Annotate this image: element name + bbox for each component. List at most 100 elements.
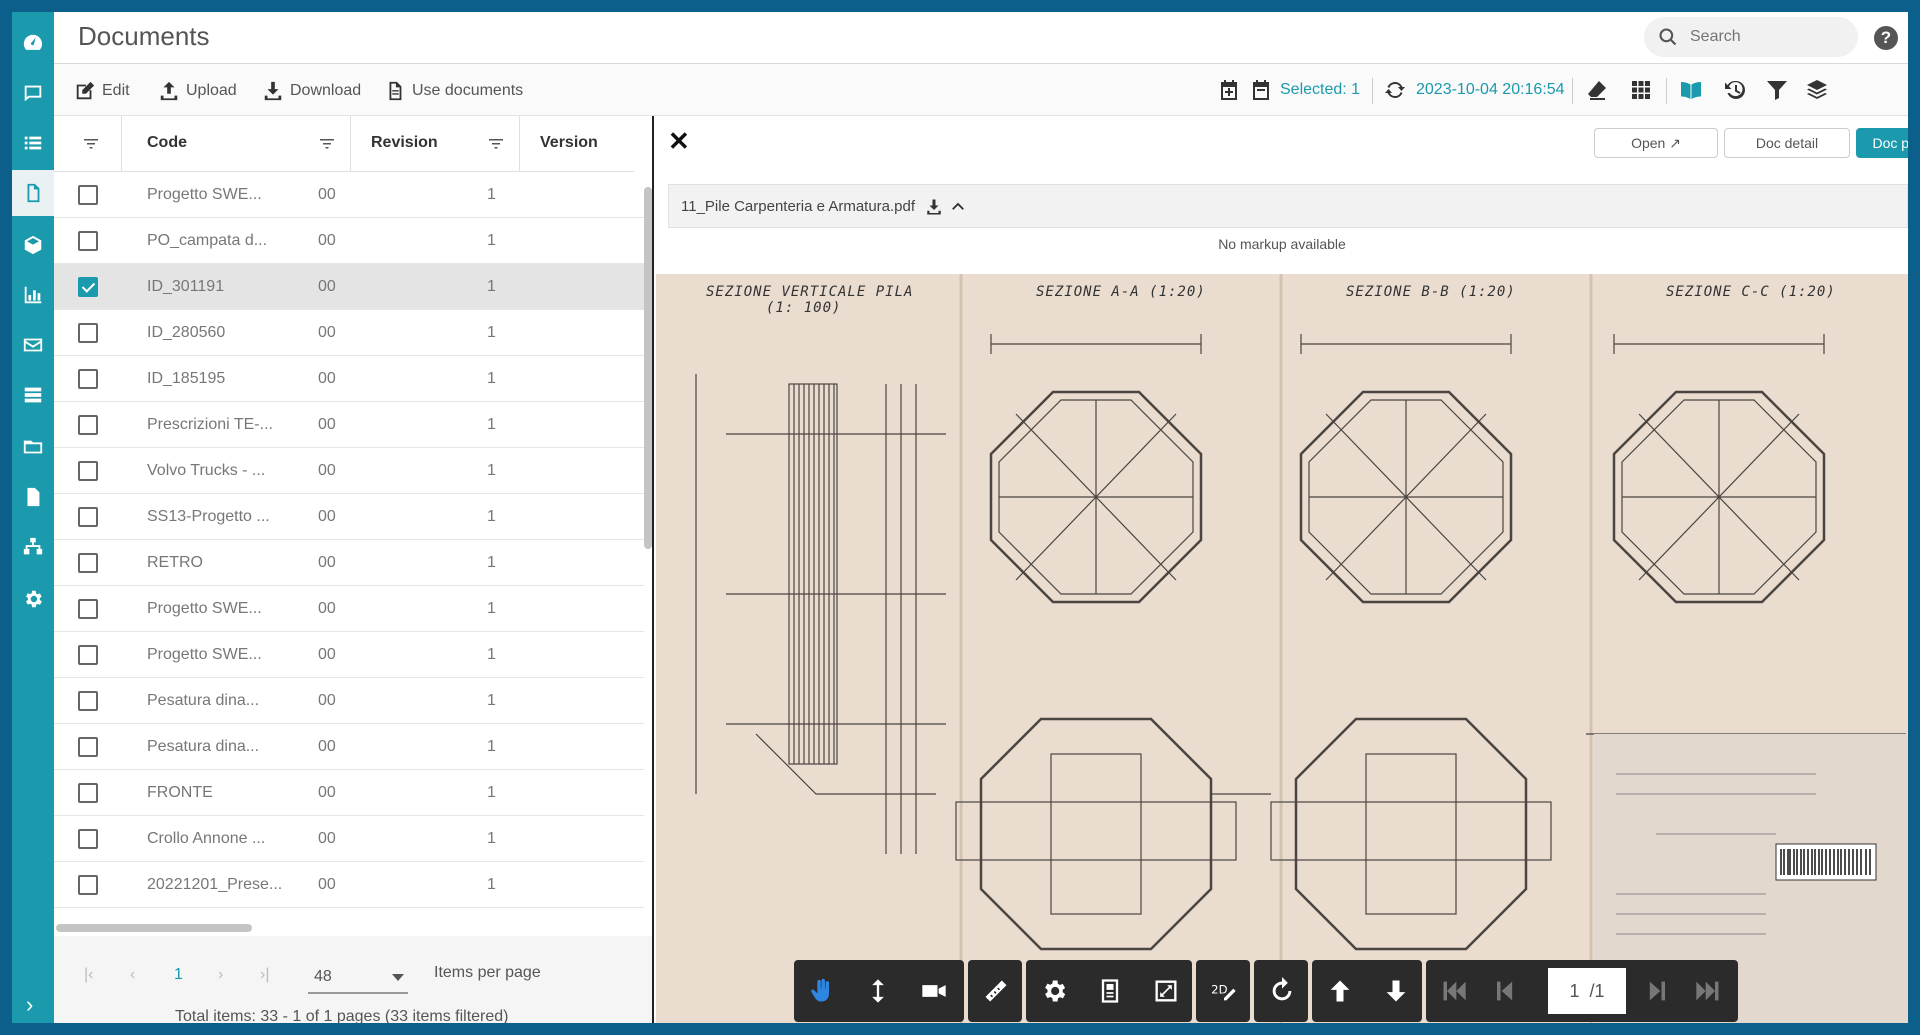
table-row[interactable]: PO_campata d... 00 1 bbox=[54, 218, 644, 264]
doc-detail-button[interactable]: Doc detail bbox=[1724, 128, 1850, 158]
table-row[interactable]: Pesatura dina... 00 1 bbox=[54, 724, 644, 770]
first-page-icon[interactable] bbox=[1426, 960, 1482, 1022]
row-checkbox[interactable] bbox=[78, 783, 98, 803]
2d-markup-icon[interactable]: 2D bbox=[1196, 960, 1252, 1022]
row-checkbox[interactable] bbox=[78, 599, 98, 619]
fullscreen-icon[interactable] bbox=[1138, 960, 1194, 1022]
last-page-icon[interactable] bbox=[1680, 960, 1736, 1022]
doc-preview-button[interactable]: Doc preview bbox=[1856, 128, 1908, 158]
close-icon[interactable]: ✕ bbox=[668, 126, 690, 157]
divider bbox=[1666, 78, 1667, 104]
help-icon[interactable]: ? bbox=[1874, 26, 1898, 50]
stack-icon[interactable] bbox=[12, 372, 54, 418]
rotate-icon[interactable] bbox=[1254, 960, 1310, 1022]
table-row[interactable]: Progetto SWE... 00 1 bbox=[54, 586, 644, 632]
code-column-header[interactable]: Code bbox=[122, 116, 351, 172]
vertical-scrollbar[interactable] bbox=[644, 187, 652, 549]
properties-icon[interactable] bbox=[1082, 960, 1138, 1022]
upload-button[interactable]: Upload bbox=[158, 79, 237, 103]
row-checkbox[interactable] bbox=[78, 369, 98, 389]
download-button[interactable]: Download bbox=[262, 79, 361, 103]
revision-column-header[interactable]: Revision bbox=[351, 116, 520, 172]
next-page-button[interactable]: › bbox=[218, 966, 223, 984]
filter-icon[interactable] bbox=[489, 138, 503, 150]
table-row[interactable]: RETRO 00 1 bbox=[54, 540, 644, 586]
row-checkbox[interactable] bbox=[78, 185, 98, 205]
sidebar-expand-button[interactable]: › bbox=[26, 992, 33, 1018]
table-row[interactable]: ID_280560 00 1 bbox=[54, 310, 644, 356]
table-row[interactable]: Prescrizioni TE-... 00 1 bbox=[54, 402, 644, 448]
row-checkbox[interactable] bbox=[78, 323, 98, 343]
row-checkbox[interactable] bbox=[78, 553, 98, 573]
calendar-icon[interactable] bbox=[1248, 77, 1274, 103]
table-row[interactable]: Progetto SWE... 00 1 bbox=[54, 172, 644, 218]
table-row[interactable]: Progetto SWE... 00 1 bbox=[54, 632, 644, 678]
current-page[interactable]: 1 bbox=[174, 966, 183, 984]
table-row[interactable]: Pesatura dina... 00 1 bbox=[54, 678, 644, 724]
folder-icon[interactable] bbox=[12, 424, 54, 470]
layers-icon[interactable] bbox=[1804, 77, 1830, 103]
document-preview-image[interactable]: SEZIONE VERTICALE PILA (1: 100) SEZIONE … bbox=[656, 274, 1908, 1023]
book-icon[interactable] bbox=[1678, 77, 1704, 103]
use-documents-button[interactable]: Use documents bbox=[384, 79, 523, 103]
row-checkbox[interactable] bbox=[78, 507, 98, 527]
download-icon[interactable] bbox=[925, 198, 943, 216]
grid-icon[interactable] bbox=[1628, 77, 1654, 103]
calendar-add-icon[interactable] bbox=[1216, 77, 1242, 103]
table-row[interactable]: 20221201_Prese... 00 1 bbox=[54, 862, 644, 908]
refresh-icon[interactable] bbox=[1382, 77, 1408, 103]
file-icon[interactable] bbox=[12, 474, 54, 520]
dashboard-icon[interactable] bbox=[12, 20, 54, 66]
ruler-icon[interactable] bbox=[968, 960, 1024, 1022]
filter-icon[interactable] bbox=[1764, 77, 1790, 103]
arrow-down-icon[interactable] bbox=[1368, 960, 1424, 1022]
last-page-button[interactable]: ›| bbox=[260, 966, 269, 984]
list-icon[interactable] bbox=[12, 120, 54, 166]
row-checkbox[interactable] bbox=[78, 277, 98, 297]
next-page-icon[interactable] bbox=[1630, 960, 1686, 1022]
table-row[interactable]: SS13-Progetto ... 00 1 bbox=[54, 494, 644, 540]
gear-icon[interactable] bbox=[12, 576, 54, 622]
open-button[interactable]: Open ↗ bbox=[1594, 128, 1718, 158]
edit-button[interactable]: Edit bbox=[74, 79, 130, 103]
chat-icon[interactable] bbox=[12, 70, 54, 116]
pan-hand-icon[interactable] bbox=[794, 960, 850, 1022]
filter-icon[interactable] bbox=[84, 138, 98, 150]
code-cell: Pesatura dina... bbox=[147, 692, 260, 709]
filter-icon[interactable] bbox=[320, 138, 334, 150]
gear-icon[interactable] bbox=[1026, 960, 1082, 1022]
prev-page-button[interactable]: ‹ bbox=[130, 966, 135, 984]
table-row[interactable]: Crollo Annone ... 00 1 bbox=[54, 816, 644, 862]
chart-icon[interactable] bbox=[12, 272, 54, 318]
first-page-button[interactable]: |‹ bbox=[84, 966, 93, 984]
search-input[interactable] bbox=[1690, 25, 1840, 49]
document-icon[interactable] bbox=[12, 170, 54, 216]
table-row[interactable]: Volvo Trucks - ... 00 1 bbox=[54, 448, 644, 494]
table-row[interactable]: ID_301191 00 1 bbox=[54, 264, 644, 310]
row-checkbox[interactable] bbox=[78, 231, 98, 251]
previous-page-icon[interactable] bbox=[1476, 960, 1532, 1022]
row-checkbox[interactable] bbox=[78, 645, 98, 665]
row-checkbox[interactable] bbox=[78, 415, 98, 435]
cube-icon[interactable] bbox=[12, 222, 54, 268]
row-checkbox[interactable] bbox=[78, 737, 98, 757]
org-chart-icon[interactable] bbox=[12, 524, 54, 570]
page-number-field[interactable]: 1 /1 bbox=[1548, 968, 1626, 1014]
chevron-up-icon[interactable] bbox=[949, 198, 967, 216]
row-checkbox[interactable] bbox=[78, 875, 98, 895]
history-icon[interactable] bbox=[1722, 77, 1748, 103]
table-row[interactable]: FRONTE 00 1 bbox=[54, 770, 644, 816]
search-box[interactable] bbox=[1644, 17, 1858, 57]
eraser-icon[interactable] bbox=[1584, 77, 1610, 103]
row-checkbox[interactable] bbox=[78, 691, 98, 711]
row-checkbox[interactable] bbox=[78, 461, 98, 481]
row-checkbox[interactable] bbox=[78, 829, 98, 849]
horizontal-scrollbar[interactable] bbox=[56, 924, 252, 932]
mail-icon[interactable] bbox=[12, 322, 54, 368]
vertical-scroll-icon[interactable] bbox=[850, 960, 906, 1022]
arrow-up-icon[interactable] bbox=[1312, 960, 1368, 1022]
page-size-select[interactable]: 48 bbox=[308, 960, 408, 994]
table-row[interactable]: ID_185195 00 1 bbox=[54, 356, 644, 402]
camera-icon[interactable] bbox=[906, 960, 962, 1022]
edit-icon bbox=[76, 81, 95, 100]
